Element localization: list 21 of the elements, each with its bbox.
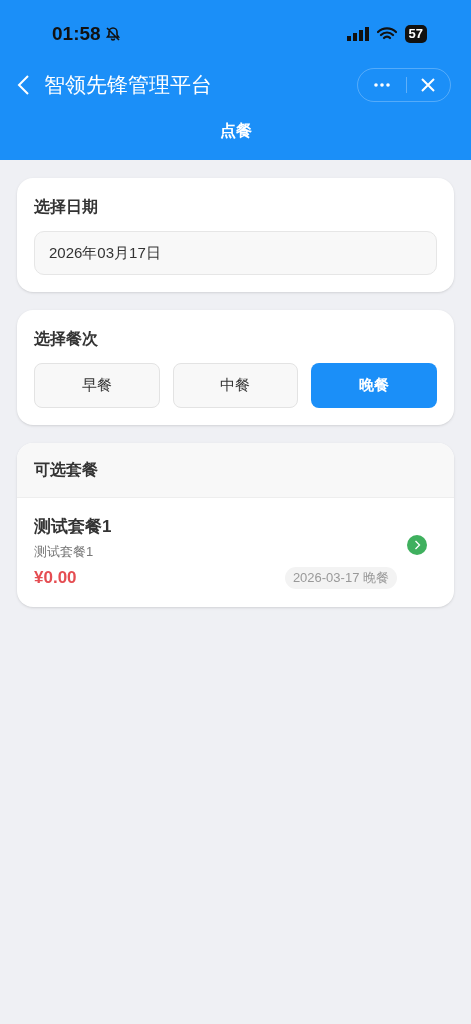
package-description: 测试套餐1 <box>34 542 95 561</box>
back-icon[interactable] <box>16 74 30 96</box>
app-title: 智领先锋管理平台 <box>44 72 212 99</box>
date-tag: 2026-03-17 晚餐 <box>284 567 397 589</box>
wifi-icon <box>376 27 397 41</box>
package-price: ¥0.00 <box>34 567 77 589</box>
page-title: 点餐 <box>219 121 252 141</box>
card-title: 选择餐次 <box>34 329 99 349</box>
bell-muted-icon <box>104 26 121 42</box>
battery-icon: 57 <box>404 25 427 43</box>
status-time: 01:58 <box>52 21 101 46</box>
meal-option[interactable]: 中餐 <box>172 363 299 408</box>
more-icon[interactable] <box>374 83 390 87</box>
card-title: 选择日期 <box>34 197 99 217</box>
signal-icon <box>346 27 369 41</box>
meal-option[interactable]: 早餐 <box>34 363 160 408</box>
close-icon[interactable] <box>421 78 435 92</box>
package-name: 测试套餐1 <box>34 516 113 538</box>
chevron-right-icon[interactable] <box>407 535 427 556</box>
card-title: 可选套餐 <box>34 460 98 480</box>
date-field[interactable]: 2026年03月17日 <box>34 231 437 275</box>
